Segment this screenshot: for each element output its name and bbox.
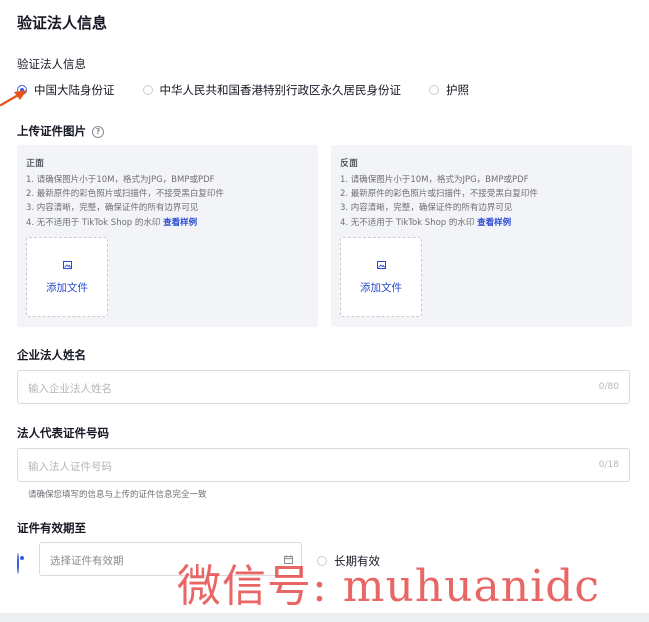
radio-label: 中国大陆身份证: [34, 83, 115, 97]
add-file-label: 添加文件: [360, 282, 402, 294]
bottom-divider: [0, 613, 649, 622]
radio-unselected-icon[interactable]: [429, 85, 439, 95]
rule-text: 4. 无不适用于 TikTok Shop 的水印: [340, 217, 478, 228]
radio-label: 中华人民共和国香港特别行政区永久居民身份证: [159, 83, 402, 97]
rule-item: 2. 最新原件的彩色照片或扫描件，不接受黑白复印件: [26, 189, 224, 200]
input-placeholder: 输入企业法人姓名: [28, 383, 112, 395]
upload-panel-back: 反面 1. 请确保图片小于10M，格式为JPG，BMP或PDF 2. 最新原件的…: [331, 145, 632, 327]
add-file-button-front[interactable]: 添加文件: [26, 237, 108, 317]
image-icon: [63, 261, 72, 269]
legal-rep-name-input[interactable]: 输入企业法人姓名 0/80: [17, 370, 630, 404]
radio-unselected-icon[interactable]: [142, 85, 153, 95]
legal-rep-name-label: 企业法人姓名: [17, 348, 86, 362]
radio-option-mainland-id[interactable]: 中国大陆身份证: [17, 82, 115, 98]
id-number-input[interactable]: 输入法人证件号码 0/18: [17, 448, 630, 482]
upload-rules-front: 1. 请确保图片小于10M，格式为JPG，BMP或PDF 2. 最新原件的彩色照…: [26, 173, 224, 230]
add-file-label: 添加文件: [46, 282, 88, 294]
validity-label: 证件有效期至: [17, 521, 86, 535]
radio-option-passport[interactable]: 护照: [429, 82, 469, 98]
help-circle-icon[interactable]: ?: [92, 126, 104, 138]
annotation-arrow-icon: [0, 90, 27, 107]
panel-title-front: 正面: [26, 159, 45, 169]
rule-item-4: 4. 无不适用于 TikTok Shop 的水印 查看样例: [340, 216, 538, 230]
panel-title-back: 反面: [340, 159, 359, 169]
rule-item: 3. 内容清晰，完整，确保证件的所有边界可见: [26, 203, 199, 214]
upload-label: 上传证件图片: [17, 124, 86, 138]
validity-date-radio[interactable]: [17, 553, 19, 574]
watermark-text: 微信号: muhuanidc: [177, 561, 600, 612]
id-type-radio-group: 中国大陆身份证 中华人民共和国香港特别行政区永久居民身份证 护照: [17, 82, 469, 98]
upload-panel-front: 正面 1. 请确保图片小于10M，格式为JPG，BMP或PDF 2. 最新原件的…: [17, 145, 318, 327]
upload-rules-back: 1. 请确保图片小于10M，格式为JPG，BMP或PDF 2. 最新原件的彩色照…: [340, 173, 538, 230]
rule-item: 1. 请确保图片小于10M，格式为JPG，BMP或PDF: [340, 175, 529, 185]
view-sample-link[interactable]: 查看样例: [477, 218, 511, 228]
rule-item-4: 4. 无不适用于 TikTok Shop 的水印 查看样例: [26, 216, 224, 230]
rule-item: 1. 请确保图片小于10M，格式为JPG，BMP或PDF: [26, 175, 215, 185]
upload-label-row: 上传证件图片?: [17, 123, 104, 139]
date-placeholder: 选择证件有效期: [50, 555, 124, 567]
id-number-label: 法人代表证件号码: [17, 426, 109, 440]
add-file-button-back[interactable]: 添加文件: [340, 237, 422, 317]
view-sample-link[interactable]: 查看样例: [163, 218, 197, 228]
rule-item: 3. 内容清晰，完整，确保证件的所有边界可见: [340, 203, 513, 214]
page-title: 验证法人信息: [17, 14, 108, 32]
radio-option-hk-id[interactable]: 中华人民共和国香港特别行政区永久居民身份证: [142, 82, 402, 98]
image-icon: [377, 261, 386, 269]
rule-item: 2. 最新原件的彩色照片或扫描件，不接受黑白复印件: [340, 189, 538, 200]
id-consistency-note: 请确保您填写的信息与上传的证件信息完全一致: [28, 490, 207, 500]
rule-text: 4. 无不适用于 TikTok Shop 的水印: [26, 217, 164, 228]
char-counter: 0/18: [598, 460, 619, 470]
char-counter: 0/80: [598, 382, 619, 392]
input-placeholder: 输入法人证件号码: [28, 461, 112, 473]
radio-label: 护照: [446, 83, 469, 97]
id-type-label: 验证法人信息: [17, 57, 86, 71]
